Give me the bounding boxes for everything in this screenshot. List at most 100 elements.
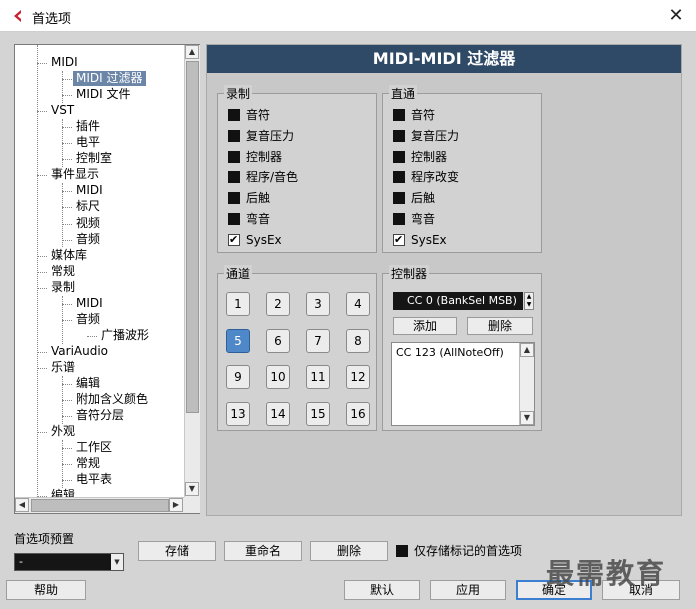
tree-item[interactable]: 标尺 — [76, 199, 100, 214]
tree-item[interactable]: 媒体库 — [51, 248, 87, 263]
checkbox-box[interactable] — [228, 192, 240, 205]
checkbox-box[interactable] — [228, 150, 240, 163]
scroll-right-arrow-icon[interactable]: ▶ — [169, 498, 183, 512]
channel-button[interactable]: 11 — [306, 365, 330, 389]
tree-item[interactable]: 电平 — [76, 135, 100, 150]
record-checkbox-item[interactable]: SysEx — [228, 231, 282, 249]
tree-item[interactable]: MIDI — [76, 296, 103, 311]
channel-button[interactable]: 8 — [346, 328, 370, 353]
checkbox-box[interactable] — [228, 231, 240, 249]
checkbox-box[interactable] — [228, 109, 240, 121]
default-button[interactable]: 默认 — [344, 580, 420, 600]
scroll-left-arrow-icon[interactable]: ◀ — [15, 498, 29, 512]
record-checkbox-item[interactable]: 后触 — [228, 189, 270, 207]
store-preset-button[interactable]: 存储 — [138, 541, 216, 561]
tree-item[interactable]: 录制 — [51, 280, 75, 295]
channel-button[interactable]: 15 — [306, 401, 330, 426]
scroll-down-arrow-icon[interactable]: ▼ — [185, 482, 199, 496]
thru-checkbox-item[interactable]: 程序改变 — [393, 168, 459, 186]
tree-item[interactable]: 插件 — [76, 119, 100, 134]
scroll-up-arrow-icon[interactable]: ▲ — [185, 45, 199, 59]
controller-select[interactable]: CC 0 (BankSel MSB) — [393, 292, 523, 310]
store-marked-checkbox-box[interactable] — [396, 545, 408, 557]
tree-horizontal-scrollbar[interactable]: ◀ ▶ — [15, 497, 184, 513]
channel-button[interactable]: 9 — [226, 365, 250, 389]
channel-button[interactable]: 13 — [226, 401, 250, 426]
tree-item[interactable]: 控制室 — [76, 151, 112, 166]
tree-item[interactable]: 视频 — [76, 216, 100, 231]
tree-item[interactable]: 附加含义颜色 — [76, 392, 148, 407]
tree-vertical-scrollbar[interactable]: ▲ ▼ — [184, 45, 200, 497]
tree-item[interactable]: VST — [51, 103, 74, 118]
checkbox-box[interactable] — [393, 109, 405, 121]
channel-button[interactable]: 3 — [306, 292, 330, 316]
thru-checkbox-item[interactable]: 音符 — [393, 106, 435, 124]
thru-checkbox-item[interactable]: 复音压力 — [393, 127, 459, 145]
tree-item[interactable]: 编辑 — [51, 488, 75, 497]
delete-controller-button[interactable]: 删除 — [467, 317, 533, 335]
thru-checkbox-item[interactable]: SysEx — [393, 231, 447, 249]
thru-checkbox-item[interactable]: 控制器 — [393, 148, 447, 166]
checkbox-box[interactable] — [393, 231, 405, 249]
checkbox-box[interactable] — [393, 192, 405, 205]
channel-button[interactable]: 5 — [226, 328, 250, 353]
channel-button[interactable]: 4 — [346, 292, 370, 316]
tree-item[interactable]: 工作区 — [76, 440, 112, 455]
horizontal-scroll-thumb[interactable] — [31, 499, 169, 512]
add-controller-button[interactable]: 添加 — [393, 317, 457, 335]
channel-button[interactable]: 12 — [346, 365, 370, 389]
record-checkbox-item[interactable]: 复音压力 — [228, 127, 294, 145]
tree-item[interactable]: 广播波形 — [101, 328, 149, 343]
list-scroll-down-arrow-icon[interactable]: ▼ — [520, 411, 534, 425]
channel-button[interactable]: 6 — [266, 328, 290, 353]
help-button[interactable]: 帮助 — [6, 580, 86, 600]
controller-list-scrollbar[interactable]: ▲ ▼ — [519, 343, 534, 425]
checkbox-box[interactable] — [228, 213, 240, 225]
record-checkbox-item[interactable]: 音符 — [228, 106, 270, 124]
channel-button[interactable]: 7 — [306, 328, 330, 353]
channel-button[interactable]: 2 — [266, 292, 290, 316]
tree-item[interactable]: 常规 — [51, 264, 75, 279]
thru-checkbox-item[interactable]: 弯音 — [393, 210, 435, 228]
tree-item[interactable]: MIDI — [76, 183, 103, 198]
tree-item[interactable]: MIDI 过滤器 — [73, 71, 146, 86]
tree-item[interactable]: 外观 — [51, 424, 75, 439]
record-checkbox-item[interactable]: 弯音 — [228, 210, 270, 228]
vertical-scroll-thumb[interactable] — [186, 61, 199, 413]
tree-item[interactable]: VariAudio — [51, 344, 108, 359]
tree-item[interactable]: 音频 — [76, 312, 100, 327]
checkbox-box[interactable] — [228, 129, 240, 142]
apply-button[interactable]: 应用 — [430, 580, 506, 600]
dropdown-arrow-icon[interactable]: ▼ — [111, 554, 123, 570]
tree-item[interactable]: 电平表 — [76, 472, 112, 487]
close-window-button[interactable]: ✕ — [664, 4, 688, 28]
checkbox-box[interactable] — [393, 150, 405, 163]
tree-item[interactable]: 事件显示 — [51, 167, 99, 182]
channel-button[interactable]: 1 — [226, 292, 250, 316]
tree-item[interactable]: 音符分层 — [76, 408, 124, 423]
thru-checkbox-item[interactable]: 后触 — [393, 189, 435, 207]
channel-button[interactable]: 16 — [346, 401, 370, 426]
record-checkbox-item[interactable]: 程序/音色 — [228, 168, 298, 186]
controller-list-item[interactable]: CC 123 (AllNoteOff) — [396, 346, 504, 359]
record-checkbox-item[interactable]: 控制器 — [228, 148, 282, 166]
checkbox-box[interactable] — [393, 129, 405, 142]
channel-button[interactable]: 10 — [266, 365, 290, 389]
rename-preset-button[interactable]: 重命名 — [224, 541, 302, 561]
delete-preset-button[interactable]: 删除 — [310, 541, 388, 561]
tree-item[interactable]: MIDI 文件 — [76, 87, 131, 102]
checkbox-box[interactable] — [228, 171, 240, 184]
tree-item[interactable]: 音频 — [76, 232, 100, 247]
checkbox-box[interactable] — [393, 213, 405, 225]
channel-button[interactable]: 14 — [266, 401, 290, 426]
tree-item[interactable]: MIDI — [51, 55, 78, 70]
tree-item[interactable]: 乐谱 — [51, 360, 75, 375]
list-scroll-up-arrow-icon[interactable]: ▲ — [520, 343, 534, 357]
checkbox-box[interactable] — [393, 171, 405, 184]
controller-list[interactable]: CC 123 (AllNoteOff) ▲ ▼ — [391, 342, 535, 426]
preset-select[interactable]: - ▼ — [14, 553, 124, 571]
controller-spin-arrows-icon[interactable]: ▲ ▼ — [524, 292, 534, 310]
store-marked-only-checkbox[interactable]: 仅存储标记的首选项 — [396, 544, 522, 558]
tree-item[interactable]: 常规 — [76, 456, 100, 471]
tree-item[interactable]: 编辑 — [76, 376, 100, 391]
